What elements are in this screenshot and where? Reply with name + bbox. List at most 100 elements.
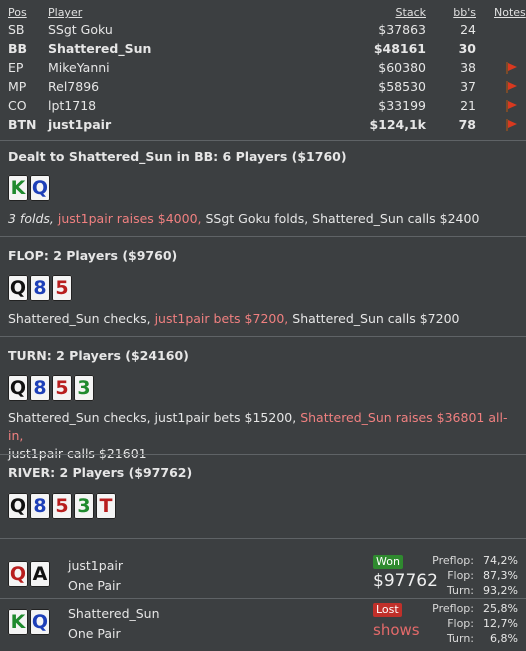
table-row[interactable]: EP MikeYanni $60380 38 — [0, 58, 526, 77]
table-row[interactable]: CO lpt1718 $33199 21 — [0, 96, 526, 115]
divider — [0, 236, 526, 237]
divider — [0, 336, 526, 337]
card-rank: A — [32, 563, 48, 585]
flop-actions: Shattered_Sun checks, just1pair bets $72… — [8, 310, 518, 328]
result-player-name: just1pair — [68, 558, 123, 573]
result-hand: One Pair — [68, 578, 121, 593]
pos: BTN — [8, 117, 37, 132]
preflop-actions: 3 folds, just1pair raises $4000, SSgt Go… — [8, 210, 518, 228]
card: 8 — [30, 275, 50, 301]
players-table: Pos Player Stack bb's Notes SB SSgt Goku… — [0, 4, 526, 134]
shown-cards: Q A — [8, 561, 50, 587]
action-text: Shattered_Sun checks, — [8, 311, 151, 326]
col-notes[interactable]: Notes — [494, 6, 526, 19]
won-badge: Won — [373, 555, 403, 569]
equity-label: Preflop: — [432, 602, 474, 615]
card-rank: 5 — [55, 277, 69, 299]
equity-label: Flop: — [447, 617, 474, 630]
result-row-winner: Q A just1pair One Pair Won $97762 Preflo… — [0, 553, 526, 601]
card: 5 — [52, 375, 72, 401]
folds-text: 3 folds, — [8, 211, 54, 226]
pos: SB — [8, 22, 25, 37]
card-rank: 8 — [33, 377, 47, 399]
red-flag-icon[interactable] — [504, 100, 518, 112]
col-pos[interactable]: Pos — [8, 6, 27, 19]
divider — [0, 598, 526, 599]
card: Q — [30, 175, 50, 201]
bbs: 37 — [460, 79, 476, 94]
card-rank: 5 — [55, 495, 69, 517]
flop-cards: Q 8 5 — [8, 275, 72, 301]
red-flag-icon[interactable] — [504, 62, 518, 74]
player-name: Shattered_Sun — [48, 41, 152, 56]
hole-cards: K Q — [8, 175, 50, 201]
card-rank: K — [10, 177, 26, 199]
divider — [0, 538, 526, 539]
card-rank: T — [99, 495, 113, 517]
action-text: SSgt Goku folds, Shattered_Sun calls $24… — [205, 211, 480, 226]
table-header: Pos Player Stack bb's Notes — [0, 4, 526, 20]
equity-value: 25,8% — [483, 602, 518, 615]
card-rank: Q — [9, 563, 27, 585]
river-cards: Q 8 5 3 T — [8, 493, 116, 519]
result-row-loser: K Q Shattered_Sun One Pair Lost shows Pr… — [0, 601, 526, 649]
stack: $58530 — [378, 79, 426, 94]
raise-text: just1pair raises $4000, — [57, 211, 202, 226]
action-text: Shattered_Sun calls $7200 — [292, 311, 460, 326]
card-rank: Q — [9, 377, 27, 399]
col-player[interactable]: Player — [48, 6, 82, 19]
player-name: just1pair — [48, 117, 112, 132]
card: T — [96, 493, 116, 519]
card: K — [8, 609, 28, 635]
preflop-title: Dealt to Shattered_Sun in BB: 6 Players … — [8, 149, 347, 164]
shown-cards: K Q — [8, 609, 50, 635]
hand-history-panel: Pos Player Stack bb's Notes SB SSgt Goku… — [0, 0, 526, 651]
card: Q — [8, 375, 28, 401]
table-row[interactable]: SB SSgt Goku $37863 24 — [0, 20, 526, 39]
card-rank: 3 — [77, 495, 91, 517]
equity-stats: Preflop: 74,2% Flop: 87,3% Turn: 93,2% — [408, 553, 518, 598]
card: Q — [8, 561, 28, 587]
pos: CO — [8, 98, 27, 113]
river-title: RIVER: 2 Players ($97762) — [8, 465, 193, 480]
bbs: 78 — [458, 117, 476, 132]
equity-label: Flop: — [447, 569, 474, 582]
card-rank: 8 — [33, 277, 47, 299]
divider — [0, 454, 526, 455]
col-bbs[interactable]: bb's — [453, 6, 476, 19]
col-stack[interactable]: Stack — [396, 6, 426, 19]
equity-label: Turn: — [446, 632, 474, 645]
equity-stats: Preflop: 25,8% Flop: 12,7% Turn: 6,8% — [408, 601, 518, 646]
card: 8 — [30, 493, 50, 519]
bbs: 38 — [460, 60, 476, 75]
card: Q — [8, 493, 28, 519]
card-rank: 8 — [33, 495, 47, 517]
stack: $37863 — [378, 22, 426, 37]
table-row[interactable]: MP Rel7896 $58530 37 — [0, 77, 526, 96]
stack: $48161 — [373, 41, 426, 56]
card-rank: Q — [9, 277, 27, 299]
pos: BB — [8, 41, 28, 56]
player-name: lpt1718 — [48, 98, 97, 113]
bet-text: just1pair bets $7200, — [154, 311, 289, 326]
result-hand: One Pair — [68, 626, 121, 641]
red-flag-icon[interactable] — [504, 81, 518, 93]
divider — [0, 140, 526, 141]
table-row[interactable]: BB Shattered_Sun $48161 30 — [0, 39, 526, 58]
equity-value: 6,8% — [490, 632, 518, 645]
bbs: 21 — [460, 98, 476, 113]
bbs: 24 — [460, 22, 476, 37]
card-rank: Q — [31, 177, 49, 199]
pos: EP — [8, 60, 24, 75]
red-flag-icon[interactable] — [504, 119, 518, 131]
player-name: SSgt Goku — [48, 22, 113, 37]
action-text: Shattered_Sun checks, just1pair bets $15… — [8, 410, 297, 425]
card: 3 — [74, 493, 94, 519]
stack: $60380 — [378, 60, 426, 75]
stack: $33199 — [378, 98, 426, 113]
table-row[interactable]: BTN just1pair $124,1k 78 — [0, 115, 526, 134]
bbs: 30 — [458, 41, 476, 56]
equity-label: Turn: — [446, 584, 474, 597]
card: K — [8, 175, 28, 201]
pos: MP — [8, 79, 27, 94]
